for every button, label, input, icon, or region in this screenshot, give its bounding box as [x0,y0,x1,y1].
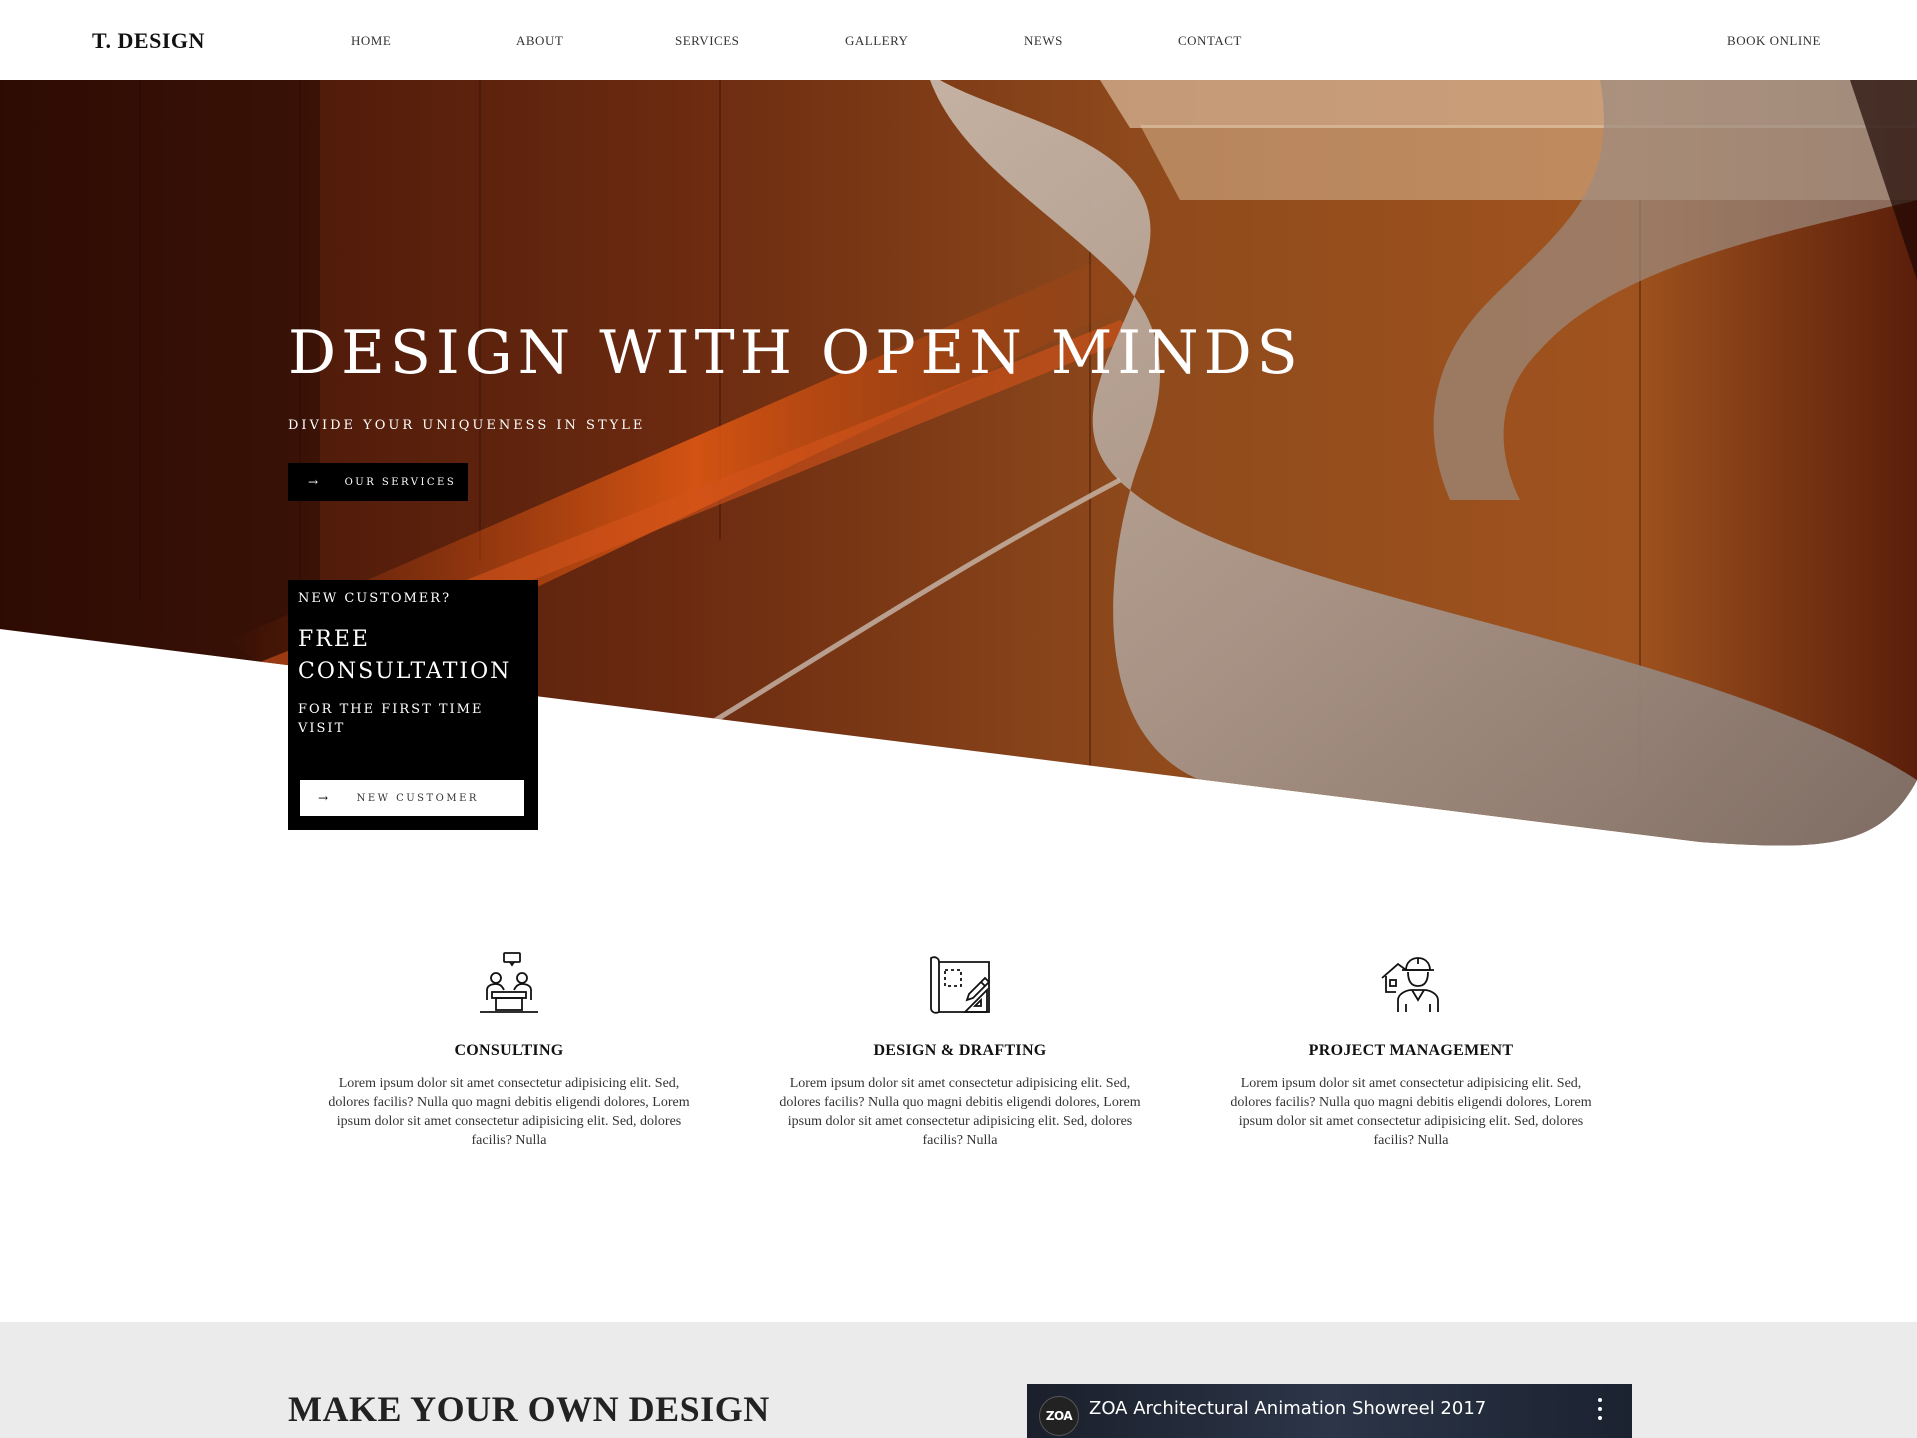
nav-about[interactable]: ABOUT [516,33,563,49]
engineer-icon [1381,957,1439,1012]
our-services-label: OUR SERVICES [344,476,457,488]
nav-services[interactable]: SERVICES [675,33,739,49]
navbar: T. DESIGN HOME ABOUT SERVICES GALLERY NE… [0,0,1917,80]
nav-contact[interactable]: CONTACT [1178,33,1242,49]
service-description: Lorem ipsum dolor sit amet consectetur a… [779,1076,1141,1148]
arrow-right-icon: → [318,791,331,805]
blueprint-icon [930,956,991,1014]
service-consulting: CONSULTING Lorem ipsum dolor sit amet co… [314,950,704,1150]
service-description: Lorem ipsum dolor sit amet consectetur a… [1230,1076,1592,1148]
nav-news[interactable]: NEWS [1024,33,1063,49]
video-title[interactable]: ZOA Architectural Animation Showreel 201… [1089,1398,1486,1419]
service-design-drafting: DESIGN & DRAFTING Lorem ipsum dolor sit … [765,950,1155,1150]
service-project-management: PROJECT MANAGEMENT Lorem ipsum dolor sit… [1216,950,1606,1150]
site-logo[interactable]: T. DESIGN [92,28,205,54]
arrow-right-icon: → [308,475,321,489]
book-online-link[interactable]: BOOK ONLINE [1727,33,1821,49]
our-services-button[interactable]: → OUR SERVICES [288,463,468,501]
more-options-icon[interactable] [1596,1398,1604,1420]
channel-avatar[interactable]: ZOA [1039,1396,1079,1436]
service-title: PROJECT MANAGEMENT [1308,1042,1514,1059]
nav-gallery[interactable]: GALLERY [845,33,908,49]
new-customer-card: NEW CUSTOMER? FREE CONSULTATION FOR THE … [288,580,538,830]
design-video-section: MAKE YOUR OWN DESIGN ZOA ZOA Architectur… [0,1322,1917,1438]
hero-title: DESIGN WITH OPEN MINDS [288,318,1303,388]
free-consultation-title: FREE CONSULTATION [298,627,512,684]
service-description: Lorem ipsum dolor sit amet consectetur a… [328,1076,690,1148]
nav-home[interactable]: HOME [351,33,391,49]
service-title: CONSULTING [454,1042,564,1059]
consulting-icon [480,952,538,1013]
video-embed[interactable]: ZOA ZOA Architectural Animation Showreel… [1027,1384,1632,1438]
new-customer-label: NEW CUSTOMER [356,792,479,804]
new-customer-eyebrow: NEW CUSTOMER? [298,591,452,606]
new-customer-button[interactable]: → NEW CUSTOMER [300,780,524,816]
hero-subtitle: DIVIDE YOUR UNIQUENESS IN STYLE [288,418,646,433]
first-time-visit-text: FOR THE FIRST TIME VISIT [298,702,484,736]
section-title: MAKE YOUR OWN DESIGN [288,1389,770,1429]
services-section: CONSULTING Lorem ipsum dolor sit amet co… [0,950,1917,1180]
service-title: DESIGN & DRAFTING [873,1042,1047,1059]
